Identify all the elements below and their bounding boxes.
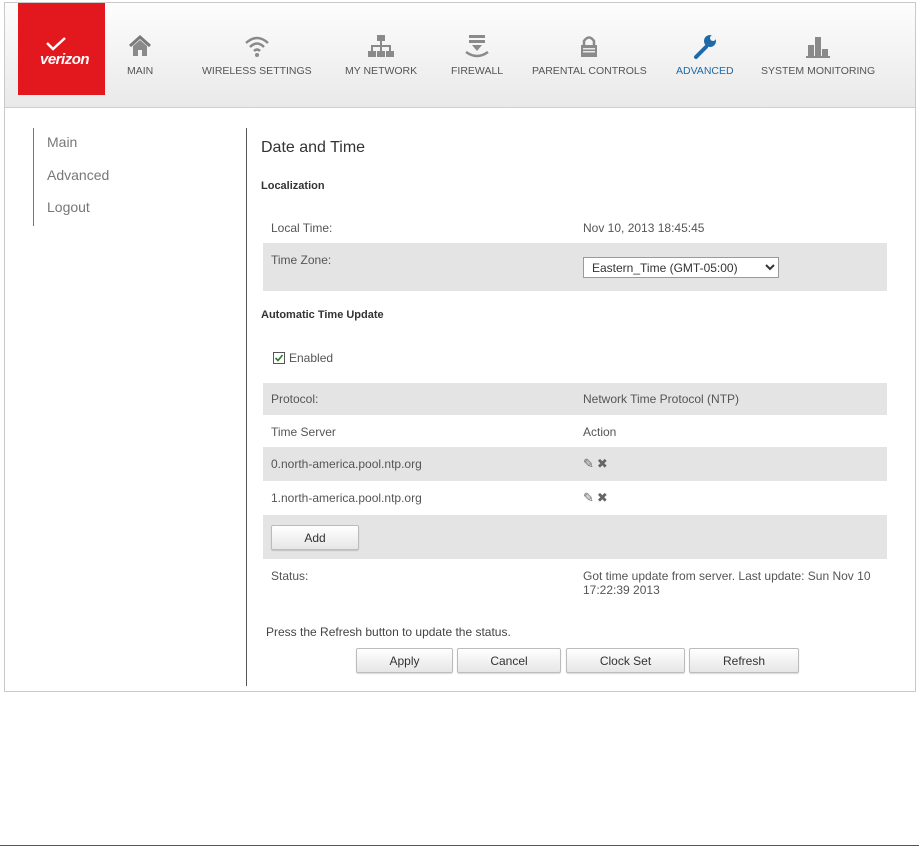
delete-icon[interactable]: ✖	[597, 490, 608, 505]
cancel-button[interactable]: Cancel	[457, 648, 561, 673]
refresh-hint-text: Press the Refresh button to update the s…	[266, 625, 511, 639]
delete-icon[interactable]: ✖	[597, 456, 608, 471]
sidebar: Main Advanced Logout	[33, 128, 214, 226]
nav-label: PARENTAL CONTROLS	[532, 65, 647, 77]
automatic-time-update-heading: Automatic Time Update	[261, 309, 384, 321]
time-server-column-header: Time Server	[271, 425, 336, 439]
sidebar-item-main[interactable]: Main	[47, 134, 77, 150]
lock-icon	[581, 36, 598, 57]
wifi-icon	[245, 36, 269, 57]
nav-label: FIREWALL	[451, 65, 504, 77]
page-bottom-rule	[0, 845, 919, 846]
sidebar-item-advanced[interactable]: Advanced	[47, 167, 109, 183]
nav-firewall[interactable]: FIREWALL	[451, 33, 503, 77]
status-value: Got time update from server. Last update…	[583, 569, 871, 597]
action-column-header: Action	[583, 425, 617, 439]
refresh-button[interactable]: Refresh	[689, 648, 799, 673]
table-row: 1.north-america.pool.ntp.org ✎ ✖	[263, 481, 887, 515]
firewall-icon	[465, 35, 489, 58]
nav-wireless-settings[interactable]: WIRELESS SETTINGS	[202, 33, 312, 77]
local-time-row: Local Time: Nov 10, 2013 18:45:45	[263, 212, 887, 244]
verizon-logo[interactable]: verizon	[18, 3, 105, 95]
enabled-label: Enabled	[289, 351, 334, 365]
nav-label: WIRELESS SETTINGS	[202, 65, 312, 77]
table-row: 0.north-america.pool.ntp.org ✎ ✖	[263, 447, 887, 481]
add-server-button[interactable]: Add	[271, 525, 359, 550]
edit-icon[interactable]: ✎	[583, 490, 594, 505]
nav-system-monitoring[interactable]: SYSTEM MONITORING	[761, 33, 875, 77]
nav-label: MAIN	[127, 65, 154, 77]
enabled-row: Enabled	[263, 342, 887, 374]
time-zone-row: Time Zone: Eastern_Time (GMT-05:00)	[263, 243, 887, 291]
wrench-icon	[693, 35, 716, 59]
sidebar-item-logout[interactable]: Logout	[47, 199, 90, 215]
apply-button[interactable]: Apply	[356, 648, 453, 673]
page-title: Date and Time	[261, 139, 366, 156]
time-server-header-row: Time Server Action	[263, 415, 887, 447]
home-icon	[129, 34, 152, 56]
local-time-label: Local Time:	[271, 221, 333, 235]
nav-advanced[interactable]: ADVANCED	[676, 33, 734, 77]
nav-label: ADVANCED	[676, 65, 734, 77]
nav-main[interactable]: MAIN	[127, 33, 153, 77]
logo-check-icon	[46, 37, 66, 51]
clock-set-button[interactable]: Clock Set	[566, 648, 685, 673]
nav-my-network[interactable]: MY NETWORK	[345, 33, 417, 77]
checkmark-icon	[274, 354, 284, 362]
localization-heading: Localization	[261, 180, 325, 192]
add-server-row: Add	[263, 515, 887, 559]
protocol-value: Network Time Protocol (NTP)	[583, 392, 740, 406]
status-label: Status:	[271, 569, 309, 583]
protocol-row: Protocol: Network Time Protocol (NTP)	[263, 383, 887, 415]
time-zone-select[interactable]: Eastern_Time (GMT-05:00)	[583, 257, 779, 278]
network-icon	[368, 35, 395, 57]
top-navigation-bar: verizon MAIN WIRELESS SETTINGS MY NETWOR…	[5, 3, 915, 108]
time-server-name: 0.north-america.pool.ntp.org	[271, 457, 422, 471]
status-row: Status: Got time update from server. Las…	[263, 560, 887, 604]
enabled-checkbox[interactable]	[273, 352, 285, 364]
time-zone-label: Time Zone:	[271, 253, 332, 267]
nav-label: SYSTEM MONITORING	[761, 65, 876, 77]
nav-parental-controls[interactable]: PARENTAL CONTROLS	[532, 33, 647, 77]
time-server-name: 1.north-america.pool.ntp.org	[271, 491, 422, 505]
edit-icon[interactable]: ✎	[583, 456, 594, 471]
protocol-label: Protocol:	[271, 392, 319, 406]
logo-text: verizon	[40, 51, 90, 68]
local-time-value: Nov 10, 2013 18:45:45	[583, 221, 705, 235]
content-divider	[246, 128, 247, 686]
nav-label: MY NETWORK	[345, 65, 418, 77]
bar-chart-icon	[806, 37, 831, 58]
